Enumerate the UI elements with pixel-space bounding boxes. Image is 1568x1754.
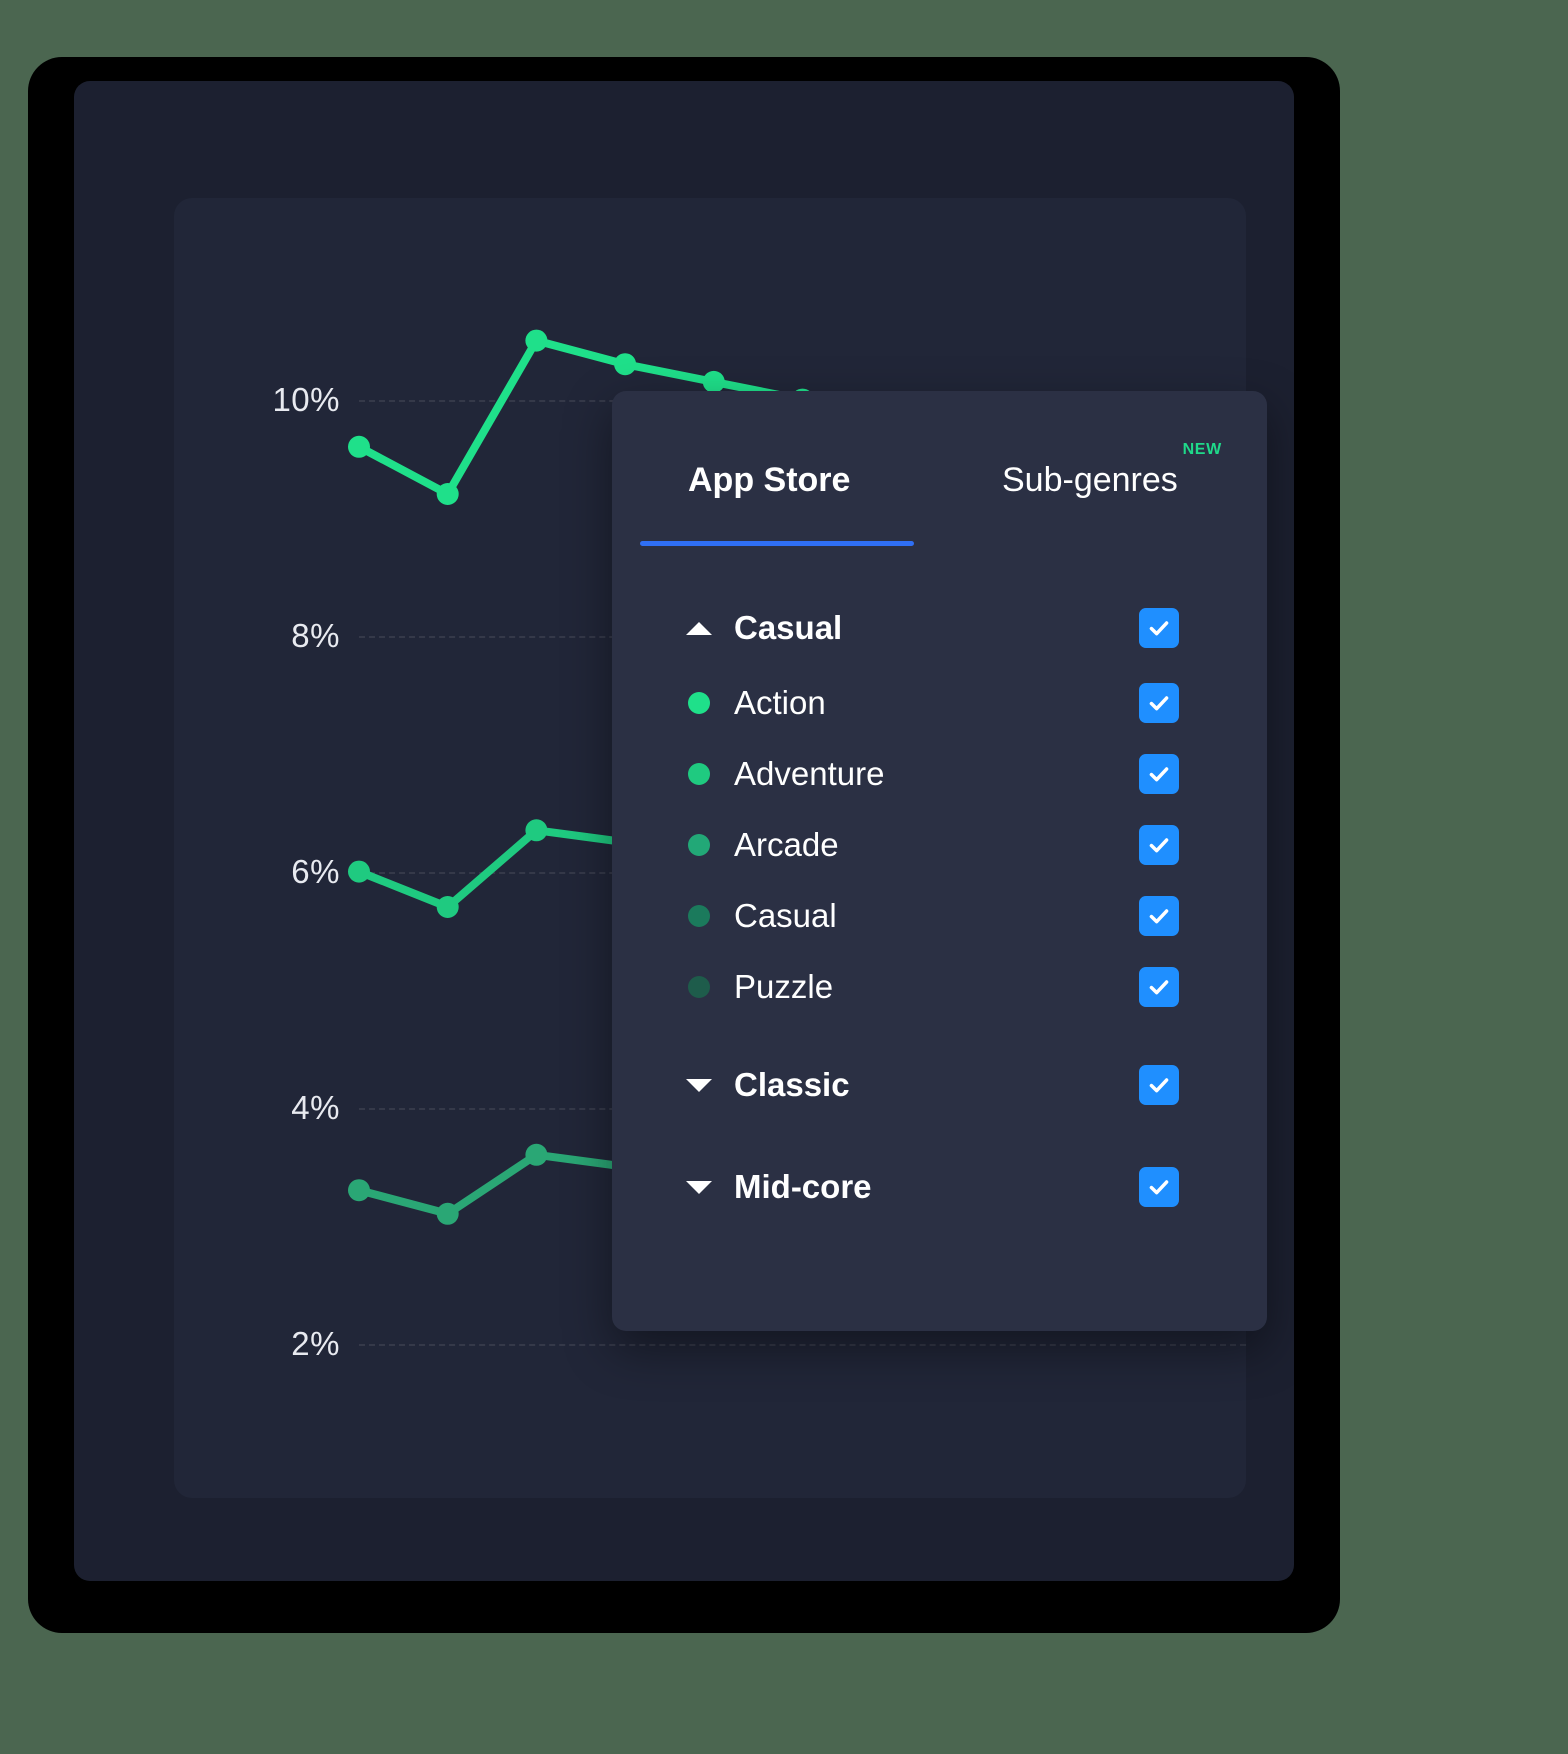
check-icon (1149, 621, 1169, 636)
series-point (525, 329, 548, 352)
series-color-dot (688, 691, 710, 714)
series-point (436, 1202, 459, 1225)
filter-checkbox[interactable] (1139, 966, 1179, 1007)
series-point (436, 483, 459, 505)
filter-checkbox[interactable] (1139, 1065, 1179, 1105)
filter-checkbox[interactable] (1139, 824, 1179, 865)
filter-item-row[interactable]: Action (612, 667, 1267, 738)
dropdown-tab-bar: App Store Sub-genres NEW (612, 391, 1267, 551)
filter-group-row[interactable]: Classic (612, 1046, 1267, 1124)
genre-filter-dropdown[interactable]: App Store Sub-genres NEW Casual Action Adv… (612, 391, 1267, 1331)
filter-row-label: Casual (734, 896, 837, 934)
filter-row-label: Arcade (734, 825, 839, 863)
check-icon (1149, 908, 1169, 923)
series-point (348, 1179, 370, 1202)
filter-row-label: Adventure (734, 754, 885, 792)
check-icon (1149, 1078, 1169, 1093)
series-point (436, 896, 459, 918)
series-point (348, 435, 370, 458)
filter-row-label: Casual (734, 609, 843, 646)
filter-row-label: Puzzle (734, 967, 834, 1005)
filter-item-row[interactable]: Casual (612, 880, 1267, 951)
tab-sub-genres-label: Sub-genres (1002, 461, 1178, 499)
series-point (348, 860, 370, 883)
filter-checkbox[interactable] (1139, 608, 1179, 648)
new-badge: NEW (1182, 441, 1222, 458)
check-icon (1149, 1180, 1169, 1195)
series-point (614, 353, 637, 376)
filter-row-label: Classic (734, 1066, 850, 1103)
filter-checkbox[interactable] (1139, 1167, 1179, 1207)
screen-root: 10% 8% 6% 4% 2% App Store Sub-genres NEW Ca (0, 0, 1568, 1754)
filter-item-row[interactable]: Puzzle (612, 951, 1267, 1022)
device-frame: 10% 8% 6% 4% 2% App Store Sub-genres NEW Ca (28, 57, 1340, 1633)
filter-item-row[interactable]: Adventure (612, 738, 1267, 809)
chevron-down-icon[interactable] (686, 1078, 712, 1092)
series-color-dot (688, 762, 710, 785)
series-point (702, 370, 725, 393)
tab-app-store-label: App Store (688, 461, 851, 499)
tab-active-underline (640, 541, 914, 546)
tab-sub-genres[interactable]: Sub-genres NEW (1002, 441, 1221, 500)
check-icon (1149, 695, 1169, 710)
series-color-dot (688, 975, 710, 998)
series-color-dot (688, 904, 710, 927)
filter-row-label: Mid-core (734, 1168, 872, 1205)
chevron-up-icon[interactable] (686, 621, 712, 635)
filter-row-label: Action (734, 683, 826, 721)
series-point (525, 819, 548, 842)
app-window: 10% 8% 6% 4% 2% App Store Sub-genres NEW Ca (74, 81, 1294, 1581)
filter-group-row[interactable]: Casual (612, 589, 1267, 667)
series-color-dot (688, 833, 710, 856)
filter-checkbox[interactable] (1139, 682, 1179, 723)
filter-checkbox[interactable] (1139, 753, 1179, 794)
filter-checkbox[interactable] (1139, 895, 1179, 936)
tab-app-store[interactable]: App Store (688, 461, 850, 500)
genre-filter-list: Casual Action Adventure Arcade Casual Puzzle C… (612, 589, 1267, 1226)
filter-group-row[interactable]: Mid-core (612, 1148, 1267, 1226)
filter-item-row[interactable]: Arcade (612, 809, 1267, 880)
check-icon (1149, 837, 1169, 852)
series-point (525, 1143, 548, 1166)
chevron-down-icon[interactable] (686, 1180, 712, 1194)
check-icon (1149, 979, 1169, 994)
check-icon (1149, 766, 1169, 781)
